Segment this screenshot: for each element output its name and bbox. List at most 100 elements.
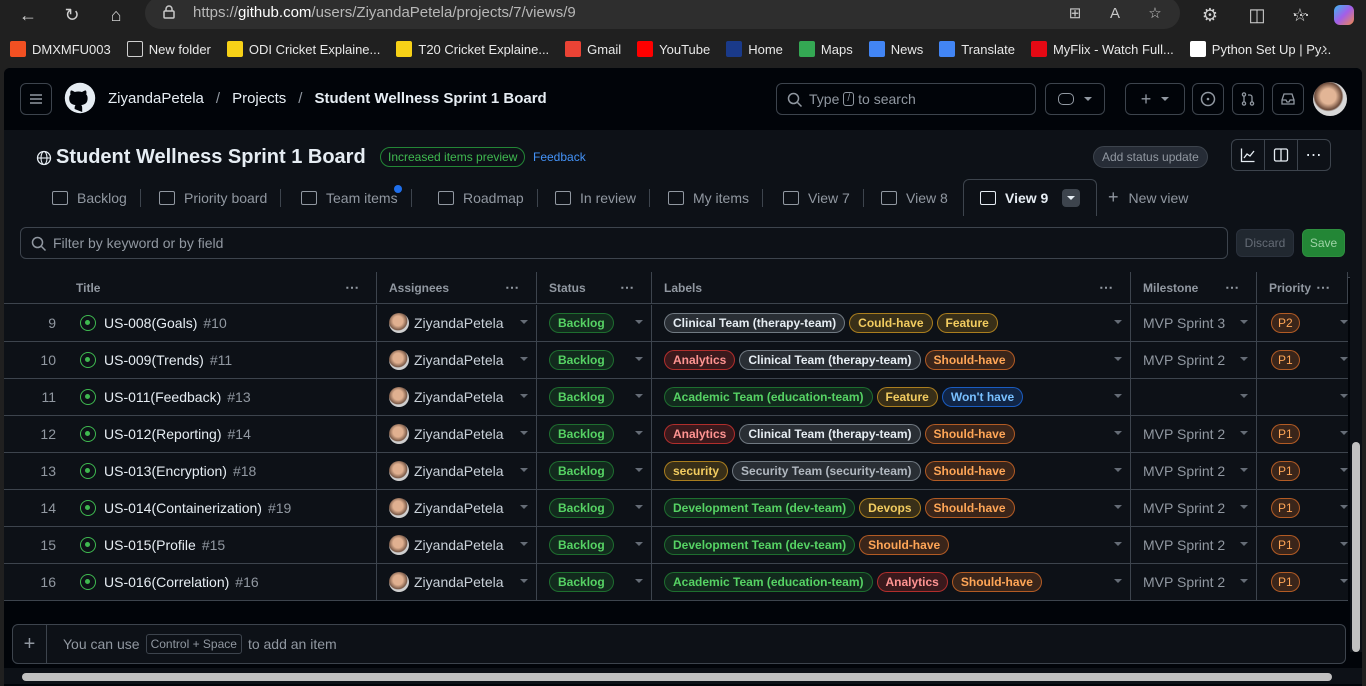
labels-cell[interactable]: Development Team (dev-team) Devops Should-…	[652, 490, 1131, 526]
chevron-down-icon[interactable]	[635, 320, 643, 324]
tab-backlog[interactable]: Backlog	[52, 179, 141, 216]
table-row[interactable]: 10 US-009(Trends) #11 ZiyandaPetela Backlog A…	[4, 342, 1348, 379]
chevron-down-icon[interactable]	[520, 320, 528, 324]
status-cell[interactable]: Backlog	[537, 416, 652, 452]
priority-cell[interactable]	[1257, 379, 1348, 415]
issue-number[interactable]: #15	[202, 537, 225, 553]
assignee-cell[interactable]: ZiyandaPetela	[377, 379, 537, 415]
split-screen-icon[interactable]: ◫	[1243, 2, 1271, 28]
bookmark-item[interactable]: DMXMFU003	[10, 41, 111, 57]
title-cell[interactable]: US-013(Encryption) #18	[60, 453, 377, 489]
chevron-down-icon[interactable]	[1240, 320, 1248, 324]
chevron-down-icon[interactable]	[1240, 431, 1248, 435]
chevron-down-icon[interactable]	[1340, 579, 1348, 583]
chevron-down-icon[interactable]	[520, 394, 528, 398]
assignee-cell[interactable]: ZiyandaPetela	[377, 564, 537, 600]
save-button[interactable]: Save	[1302, 229, 1345, 257]
issue-number[interactable]: #14	[228, 426, 251, 442]
column-menu-icon[interactable]: ⋯	[1225, 279, 1240, 296]
view-options-chevron-icon[interactable]	[1062, 189, 1081, 207]
breadcrumb-projects[interactable]: Projects	[232, 90, 286, 107]
chevron-down-icon[interactable]	[1240, 357, 1248, 361]
bookmark-item[interactable]: New folder	[126, 41, 211, 57]
chevron-down-icon[interactable]	[635, 505, 643, 509]
extensions-icon[interactable]: ⚙	[1196, 2, 1224, 28]
tab-my-items[interactable]: My items	[668, 179, 763, 216]
favorite-star-icon[interactable]: ☆	[1145, 3, 1165, 23]
title-cell[interactable]: US-009(Trends) #11	[60, 342, 377, 378]
assignee-cell[interactable]: ZiyandaPetela	[377, 305, 537, 341]
bookmark-item[interactable]: Python Set Up | Py...	[1189, 41, 1331, 57]
tab-priority-board[interactable]: Priority board	[159, 179, 282, 216]
create-new-button[interactable]: +	[1125, 83, 1185, 115]
column-header[interactable]: Milestone ⋯	[1131, 272, 1257, 304]
insights-chart-icon[interactable]	[1232, 140, 1265, 170]
chevron-down-icon[interactable]	[635, 468, 643, 472]
issue-number[interactable]: #11	[210, 352, 232, 368]
chevron-down-icon[interactable]	[1114, 579, 1122, 583]
chevron-down-icon[interactable]	[635, 542, 643, 546]
tab-view-9[interactable]: View 9	[963, 179, 1098, 216]
priority-cell[interactable]: P2	[1257, 305, 1348, 341]
priority-cell[interactable]: P1	[1257, 342, 1348, 378]
bookmark-item[interactable]: ODI Cricket Explaine...	[226, 41, 380, 57]
search-input[interactable]: Type / to search	[776, 83, 1036, 115]
horizontal-scroll-thumb[interactable]	[22, 673, 1332, 681]
add-status-update-button[interactable]: Add status update	[1093, 146, 1208, 168]
issue-number[interactable]: #10	[203, 315, 226, 331]
issue-number[interactable]: #16	[235, 574, 258, 590]
copilot-icon[interactable]	[1330, 2, 1358, 28]
filter-input[interactable]: Filter by keyword or by field	[20, 227, 1228, 259]
chevron-down-icon[interactable]	[1240, 542, 1248, 546]
column-menu-icon[interactable]: ⋯	[505, 279, 520, 296]
copilot-button[interactable]	[1045, 83, 1105, 115]
vertical-scrollbar[interactable]	[1350, 272, 1362, 652]
chevron-down-icon[interactable]	[1340, 542, 1348, 546]
issue-title[interactable]: US-013(Encryption)	[104, 463, 227, 479]
labels-cell[interactable]: Analytics Clinical Team (therapy-team) Sho…	[652, 416, 1131, 452]
chevron-down-icon[interactable]	[635, 579, 643, 583]
column-menu-icon[interactable]: ⋯	[345, 279, 360, 296]
priority-cell[interactable]: P1	[1257, 527, 1348, 563]
back-icon[interactable]: ←	[14, 2, 42, 28]
bookmark-item[interactable]: YouTube	[637, 41, 710, 57]
title-cell[interactable]: US-015(Profile #15	[60, 527, 377, 563]
horizontal-scrollbar[interactable]	[4, 668, 1362, 684]
chevron-down-icon[interactable]	[1240, 505, 1248, 509]
status-cell[interactable]: Backlog	[537, 527, 652, 563]
new-view-button[interactable]: + New view	[1108, 179, 1188, 216]
chevron-down-icon[interactable]	[520, 357, 528, 361]
chevron-down-icon[interactable]	[1114, 357, 1122, 361]
labels-cell[interactable]: Clinical Team (therapy-team) Could-have Fe…	[652, 305, 1131, 341]
chevron-down-icon[interactable]	[635, 357, 643, 361]
issue-title[interactable]: US-014(Containerization)	[104, 500, 262, 516]
table-row[interactable]: 13 US-013(Encryption) #18 ZiyandaPetela Back…	[4, 453, 1348, 490]
issue-number[interactable]: #13	[227, 389, 250, 405]
column-header[interactable]: Assignees ⋯	[377, 272, 537, 304]
milestone-cell[interactable]	[1131, 379, 1257, 415]
issue-title[interactable]: US-015(Profile	[104, 537, 196, 553]
chevron-down-icon[interactable]	[1340, 394, 1348, 398]
discard-button[interactable]: Discard	[1236, 229, 1294, 257]
status-cell[interactable]: Backlog	[537, 490, 652, 526]
chevron-down-icon[interactable]	[1114, 542, 1122, 546]
labels-cell[interactable]: Academic Team (education-team) Feature Won…	[652, 379, 1131, 415]
status-cell[interactable]: Backlog	[537, 453, 652, 489]
issue-title[interactable]: US-012(Reporting)	[104, 426, 222, 442]
side-panel-icon[interactable]	[1265, 140, 1298, 170]
table-row[interactable]: 14 US-014(Containerization) #19 ZiyandaPete…	[4, 490, 1348, 527]
milestone-cell[interactable]: MVP Sprint 3	[1131, 305, 1257, 341]
bookmark-item[interactable]: T20 Cricket Explaine...	[396, 41, 549, 57]
column-header[interactable]: Title ⋯	[4, 272, 377, 304]
priority-cell[interactable]: P1	[1257, 416, 1348, 452]
add-item-bar[interactable]: + You can use Control + Space to add an …	[12, 624, 1346, 664]
labels-cell[interactable]: Analytics Clinical Team (therapy-team) Sho…	[652, 342, 1131, 378]
chevron-down-icon[interactable]	[1114, 468, 1122, 472]
chevron-down-icon[interactable]	[520, 505, 528, 509]
address-bar[interactable]: https://github.com/users/ZiyandaPetela/p…	[145, 0, 1180, 29]
priority-cell[interactable]: P1	[1257, 490, 1348, 526]
bookmark-item[interactable]: Home	[726, 41, 783, 57]
table-row[interactable]: 12 US-012(Reporting) #14 ZiyandaPetela Backl…	[4, 416, 1348, 453]
bookmark-item[interactable]: Gmail	[565, 41, 621, 57]
chevron-down-icon[interactable]	[520, 542, 528, 546]
